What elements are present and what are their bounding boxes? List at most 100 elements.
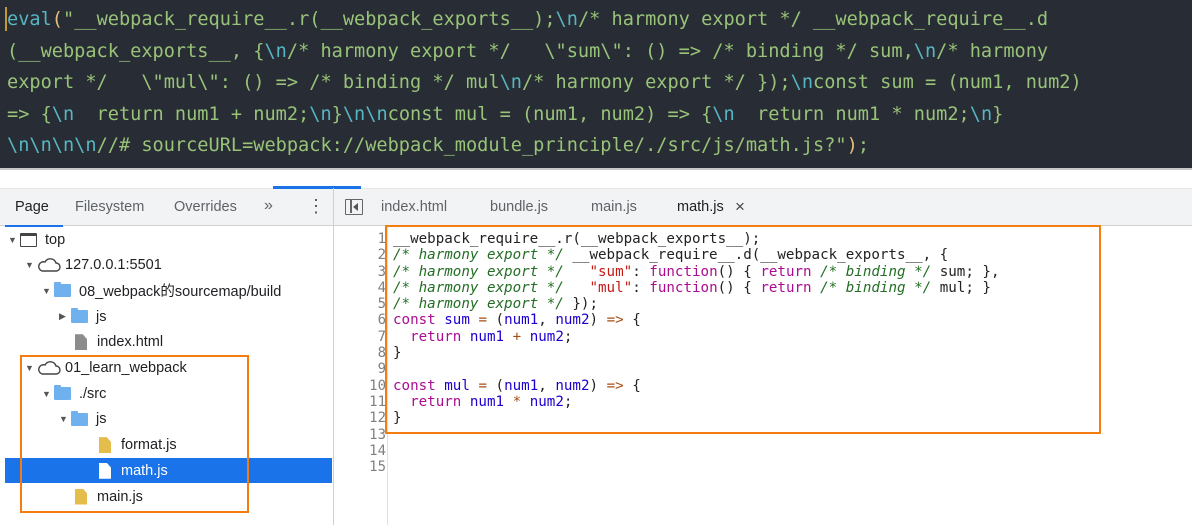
newline-escape: \n [309,103,332,125]
code-token: /* harmony [936,40,1049,62]
code-token: /* harmony export */ [393,296,564,313]
line-number[interactable]: 7 [334,329,386,345]
line-number[interactable]: 1 [334,231,386,247]
close-tab-icon[interactable]: × [735,197,745,217]
code-token: //# sourceURL=webpack://webpack_module_p… [96,135,836,157]
line-number[interactable]: 4 [334,280,386,296]
code-token: () { [717,279,761,296]
line-number[interactable]: 11 [334,394,386,410]
code-line: /* harmony export */ }); [393,296,1000,312]
code-line: return num1 + num2; [393,329,1000,345]
file-tab-index-html[interactable]: index.html [381,199,447,215]
code-editor[interactable]: 1 2 3 4 5 6 7 8 9 10 11 12 13 14 15 __webpack_require_… [334,226,1192,525]
file-tab-math-js[interactable]: math.js [677,199,724,215]
code-token: return [760,263,812,280]
tab-overrides[interactable]: Overrides [174,199,237,215]
code-token: const [393,312,436,329]
expand-arrow-icon[interactable]: ▼ [8,235,20,245]
more-tabs-icon[interactable]: » [264,197,273,215]
tree-item[interactable]: format.js [5,433,332,458]
tree-item[interactable]: ▼ js [5,407,332,432]
code-line: __webpack_require__.r(__webpack_exports_… [393,231,1000,247]
line-number[interactable]: 10 [334,378,386,394]
line-number[interactable]: 12 [334,410,386,426]
line-number[interactable]: 13 [334,427,386,443]
menu-icon[interactable]: ⋮ [307,196,325,217]
line-number[interactable]: 5 [334,296,386,312]
frame-icon [20,232,37,247]
newline-escape: \n [969,103,993,125]
toggle-navigator-icon[interactable] [345,199,363,215]
code-token: ) [589,312,607,329]
tree-item[interactable]: ▼ 127.0.0.1:5501 [5,253,332,278]
code-token: num2 [529,328,564,345]
tree-item[interactable]: ▶ js [5,304,332,329]
expand-arrow-icon[interactable]: ▼ [42,389,54,399]
file-tab-bundle-js[interactable]: bundle.js [490,199,548,215]
tree-item[interactable]: ▼ 01_learn_webpack [5,356,332,381]
tab-page[interactable]: Page [15,199,49,215]
expand-arrow-icon[interactable]: ▼ [25,363,37,373]
code-token: , [538,312,556,329]
line-number[interactable]: 6 [334,312,386,328]
code-token: /* harmony export */ [393,263,564,280]
tree-item-label: 08_webpack的sourcemap/build [79,284,282,301]
expand-arrow-icon[interactable]: ▼ [59,414,71,424]
code-token: } [393,410,402,427]
tree-item[interactable]: index.html [5,330,332,355]
newline-escape: \n [555,9,578,30]
line-number[interactable]: 2 [334,247,386,263]
file-tab-main-js[interactable]: main.js [591,199,637,215]
expand-arrow-icon[interactable]: ▼ [42,286,54,296]
line-number[interactable]: 3 [334,264,386,280]
tree-item[interactable]: main.js [5,484,332,509]
code-token: function [649,263,718,280]
code-token: num1 [504,377,539,394]
tree-item[interactable]: math.js [5,458,332,484]
newline-escape: \n [712,103,735,125]
code-token: (" [51,9,75,30]
tree-item-label: math.js [121,462,168,479]
devtools-sources-panel: Page Filesystem Overrides » ⋮ index.html… [0,186,1192,525]
code-token: /* harmony export */ }); [521,72,791,94]
code-token: => { [7,103,52,125]
code-token: => [606,312,624,329]
code-line: eval("__webpack_require__.r(__webpack_ex… [7,4,1192,36]
file-icon [75,334,87,351]
code-token: /* harmony export */ __webpack_require__… [577,9,1049,30]
code-token: num1 [469,328,505,345]
tree-item[interactable]: ▼ ./src [5,381,332,406]
line-gutter: 1 2 3 4 5 6 7 8 9 10 11 12 13 14 15 [334,231,386,475]
code-token: ; [563,393,573,410]
expand-arrow-icon[interactable]: ▼ [25,260,37,270]
tree-item-label: js [96,411,107,428]
code-line: => {\n return num1 + num2;\n}\n\nconst m… [7,99,1192,131]
line-number[interactable]: 8 [334,345,386,361]
code-token: return [760,279,812,296]
tree-item[interactable]: ▼ 08_webpack的sourcemap/build [5,278,332,303]
code-token: export */ \"mul\": () => /* binding */ m… [7,72,500,94]
line-number[interactable]: 15 [334,459,386,475]
code-line: const sum = (num1, num2) => { [393,312,1000,328]
code-token: num2 [529,393,564,410]
source-code[interactable]: __webpack_require__.r(__webpack_exports_… [393,231,1000,475]
code-token: /* harmony export */ \"sum\": () => /* b… [286,40,914,62]
tree-item[interactable]: ▼ top [5,227,332,252]
line-number[interactable]: 14 [334,443,386,459]
code-line: /* harmony export */ "sum": function() {… [393,264,1000,280]
code-token: sum; }, [931,263,1000,280]
tab-filesystem[interactable]: Filesystem [75,199,144,215]
code-token: sum [444,312,470,329]
collapse-arrow-icon[interactable]: ▶ [59,311,71,322]
folder-icon [71,308,88,324]
code-token: ( [486,377,505,394]
tree-item-label: ./src [79,385,107,402]
line-number[interactable]: 9 [334,361,386,377]
